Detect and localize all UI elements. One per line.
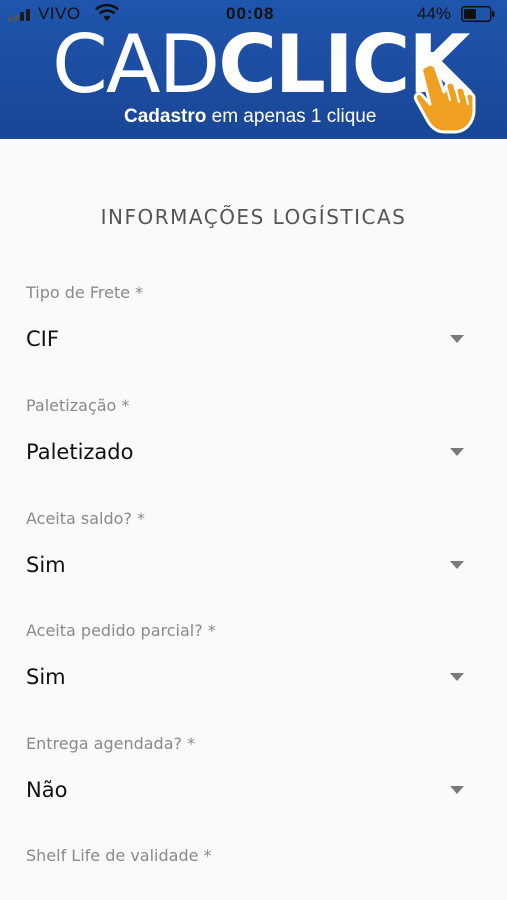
- dropdown-caret-icon: [450, 786, 464, 794]
- dropdown-caret-icon: [450, 561, 464, 569]
- field-label: Paletização *: [26, 396, 130, 415]
- aceita-saldo-select[interactable]: Sim: [26, 547, 466, 587]
- dropdown-caret-icon: [450, 448, 464, 456]
- field-label: Entrega agendada? *: [26, 734, 196, 753]
- brand-logo: CADCLICK Cadastro em apenas 1 clique: [0, 22, 507, 139]
- logo-text-light: CAD: [52, 18, 220, 111]
- signal-icon: [8, 9, 34, 21]
- pointing-hand-icon: [413, 52, 476, 134]
- section-title: INFORMAÇÕES LOGÍSTICAS: [100, 205, 407, 229]
- field-value: Paletizado: [26, 440, 134, 464]
- logo-wordmark: CADCLICK: [52, 22, 470, 108]
- field-label: Aceita pedido parcial? *: [26, 621, 216, 640]
- field-value: Sim: [26, 665, 66, 689]
- field-label: Tipo de Frete *: [26, 283, 144, 302]
- dropdown-caret-icon: [450, 673, 464, 681]
- entrega-agendada-select[interactable]: Não: [26, 772, 466, 812]
- field-label: Shelf Life de validade *: [26, 846, 212, 865]
- aceita-pedido-parcial-select[interactable]: Sim: [26, 659, 466, 699]
- tipo-de-frete-select[interactable]: CIF: [26, 321, 466, 361]
- tagline-rest: em apenas 1 clique: [206, 106, 377, 127]
- tagline-strong: Cadastro: [124, 106, 207, 127]
- field-label: Aceita saldo? *: [26, 509, 146, 528]
- field-value: Sim: [26, 553, 66, 577]
- paletizacao-select[interactable]: Paletizado: [26, 434, 466, 474]
- app-header: VIVO 00:08 44% CADCLICK Cadastro em apen…: [0, 0, 507, 139]
- field-value: CIF: [26, 327, 59, 351]
- dropdown-caret-icon: [450, 335, 464, 343]
- logo-tagline: Cadastro em apenas 1 clique: [124, 106, 376, 128]
- field-value: Não: [26, 778, 68, 802]
